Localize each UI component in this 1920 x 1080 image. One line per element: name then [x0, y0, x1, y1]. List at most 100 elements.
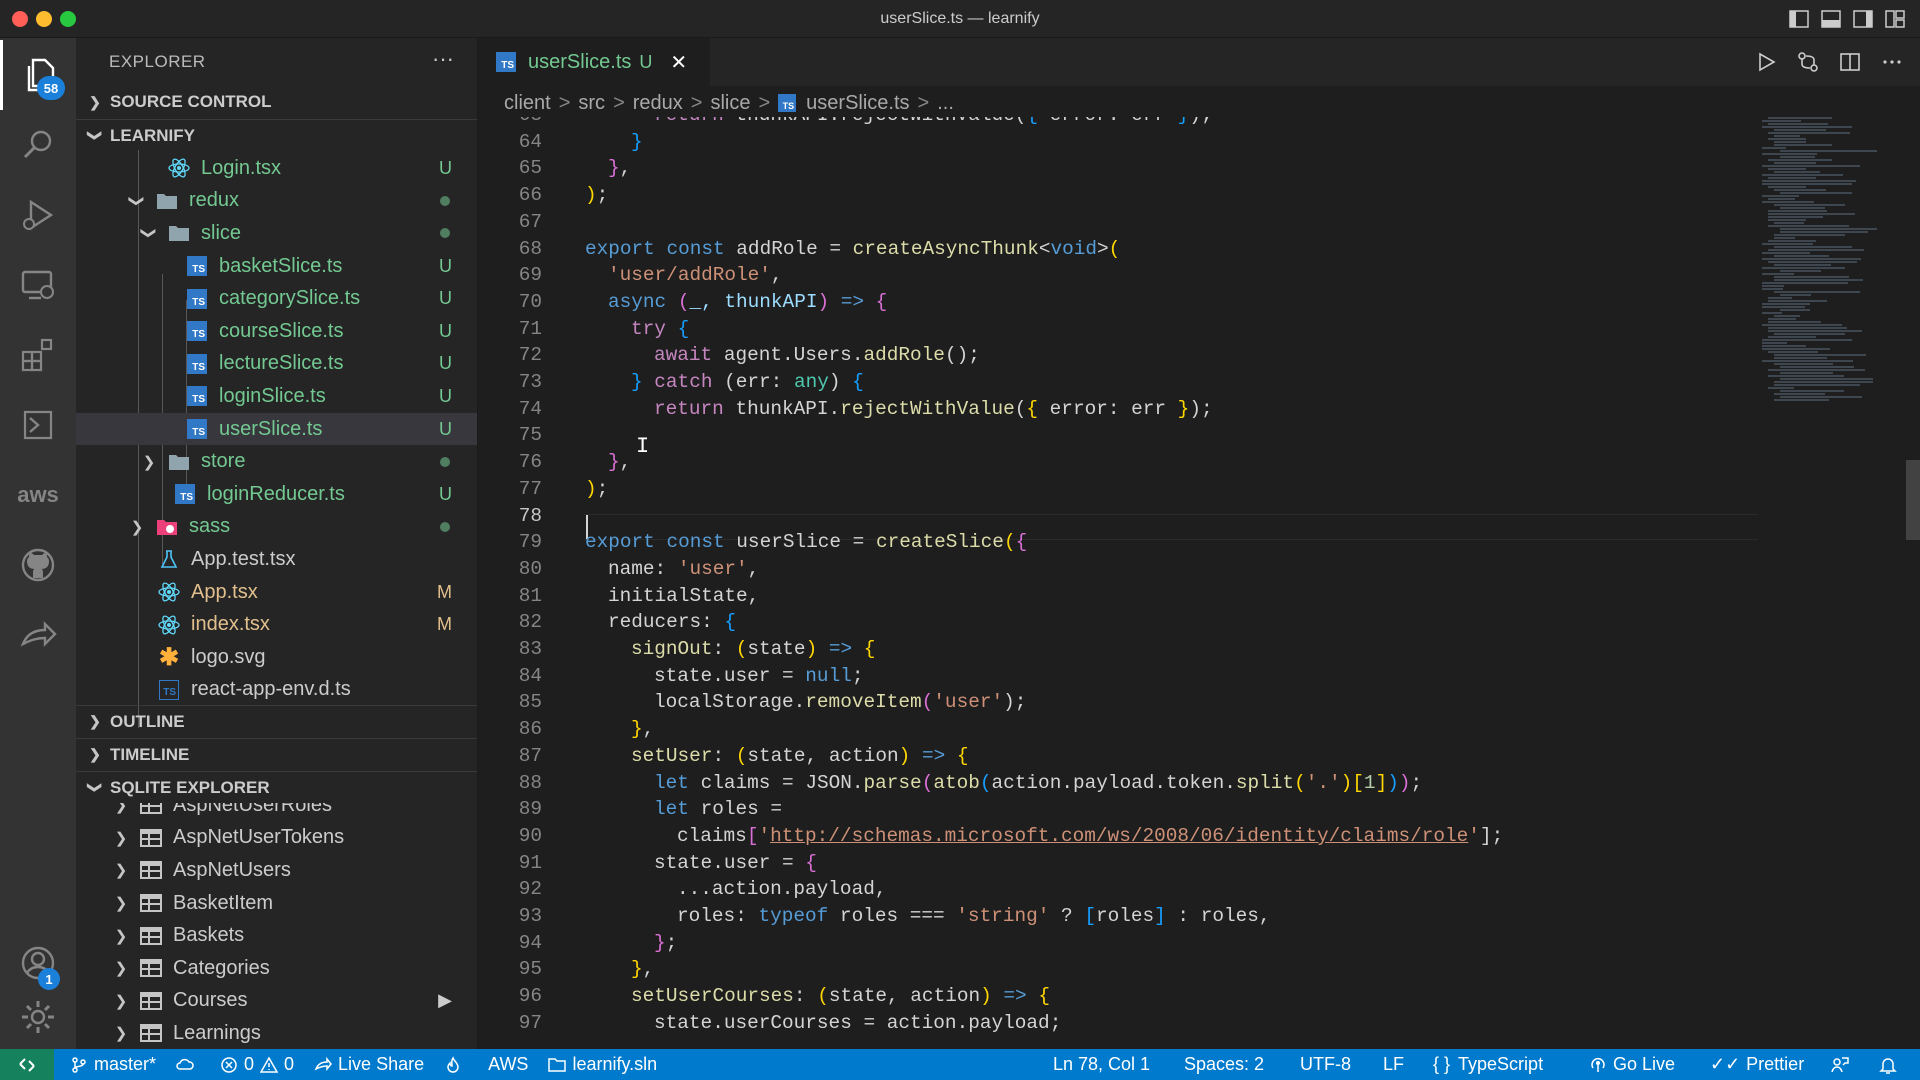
prettier-indicator[interactable]: ✓✓ Prettier — [1710, 1049, 1804, 1080]
solution-indicator[interactable]: learnify.sln — [548, 1054, 657, 1075]
tree-item-app-test[interactable]: App.test.tsx — [76, 543, 477, 576]
extensions-activity[interactable] — [0, 320, 76, 390]
minimap-line — [1780, 366, 1854, 368]
minimap-line — [1762, 360, 1853, 362]
tree-item-index-tsx[interactable]: index.tsx M — [76, 608, 477, 641]
minimap-line — [1768, 159, 1832, 161]
tab-userslice[interactable]: TS userSlice.ts U ✕ — [478, 38, 710, 86]
sqlite-table-item[interactable]: ❯ Learnings — [76, 1017, 477, 1049]
chevron-right-icon: ❯ — [114, 895, 128, 913]
live-share-indicator[interactable]: Live Share — [314, 1054, 424, 1075]
minimap-line — [1762, 201, 1814, 203]
breadcrumb-item[interactable]: slice — [710, 92, 750, 115]
breadcrumb-more[interactable]: ... — [937, 92, 954, 115]
split-editor-icon[interactable] — [1838, 50, 1862, 74]
explorer-activity[interactable]: 58 — [0, 40, 76, 110]
table-label: AspNetUserTokens — [173, 826, 345, 849]
more-actions-icon[interactable] — [1880, 50, 1904, 74]
tree-folder-sass[interactable]: ❯ sass — [76, 511, 477, 544]
minimap-line — [1774, 144, 1832, 146]
open-changes-icon[interactable] — [1796, 50, 1820, 74]
minimap-line — [1768, 198, 1795, 200]
explorer-title: EXPLORER — [109, 52, 206, 71]
tree-item-lectureslice[interactable]: TS lectureSlice.ts U — [76, 348, 477, 381]
aws-indicator[interactable]: AWS — [488, 1054, 528, 1075]
run-debug-activity[interactable] — [0, 180, 76, 250]
github-activity[interactable] — [0, 530, 76, 600]
tree-item-loginreducer[interactable]: TS loginReducer.ts U — [76, 478, 477, 511]
tree-item-label: react-app-env.d.ts — [191, 678, 351, 701]
section-label: OUTLINE — [110, 711, 185, 731]
code-line-66: ); — [585, 184, 609, 207]
toggle-secondary-sidebar-icon[interactable] — [1852, 8, 1874, 30]
code-editor[interactable]: 63 64 65 66 67 68 69 70 71 72 73 74 75 76 77 78 79 80 81 82… — [478, 117, 1758, 1049]
tree-folder-redux[interactable]: ❯ redux — [76, 185, 477, 218]
customize-layout-icon[interactable] — [1884, 8, 1906, 30]
manage-activity[interactable] — [0, 982, 76, 1052]
toggle-primary-sidebar-icon[interactable] — [1788, 8, 1810, 30]
indentation-indicator[interactable]: Spaces: 2 — [1184, 1049, 1264, 1080]
sqlite-table-item[interactable]: ❯ AspNetUserRoles — [76, 803, 477, 822]
explorer-more-actions-button[interactable]: ··· — [432, 46, 454, 72]
toggle-panel-icon[interactable] — [1820, 8, 1842, 30]
source-control-section-header[interactable]: ❯ SOURCE CONTROL — [76, 86, 477, 118]
tree-item-courseslice[interactable]: TS courseSlice.ts U — [76, 315, 477, 348]
remote-explorer-activity[interactable] — [0, 250, 76, 320]
minimap[interactable] — [1758, 117, 1908, 1049]
minimap-line — [1762, 195, 1799, 197]
close-tab-icon[interactable]: ✕ — [670, 50, 687, 75]
tree-item-userslice[interactable]: TS userSlice.ts U — [76, 412, 477, 446]
explorer-badge: 58 — [37, 76, 65, 100]
minimap-line — [1774, 279, 1863, 281]
breadcrumb-file[interactable]: userSlice.ts — [806, 92, 909, 115]
timeline-section-header[interactable]: ❯ TIMELINE — [76, 738, 477, 770]
minimap-line — [1768, 387, 1794, 389]
editor-scrollbar-thumb[interactable] — [1906, 460, 1920, 540]
tree-item-loginslice[interactable]: TS loginSlice.ts U — [76, 380, 477, 413]
branch-indicator[interactable]: master* — [70, 1054, 156, 1075]
tree-item-basketslice[interactable]: TS basketSlice.ts U — [76, 250, 477, 283]
search-activity[interactable] — [0, 110, 76, 180]
notifications-button[interactable] — [1878, 1049, 1898, 1080]
run-icon[interactable] — [1754, 50, 1778, 74]
sqlite-table-item[interactable]: ❯ Courses ▶ — [76, 985, 477, 1018]
cursor-position[interactable]: Ln 78, Col 1 — [1053, 1049, 1150, 1080]
tree-item-categoryslice[interactable]: TS categorySlice.ts U — [76, 282, 477, 315]
schema-url-link[interactable]: http://schemas.microsoft.com/ws/2008/06/… — [770, 825, 1468, 847]
problems-indicator[interactable]: 0 0 — [220, 1054, 294, 1075]
tree-folder-store[interactable]: ❯ store — [76, 445, 477, 478]
language-indicator[interactable]: { } TypeScript — [1433, 1049, 1543, 1080]
minimap-line — [1774, 357, 1827, 359]
aws-flame-indicator[interactable] — [444, 1055, 468, 1074]
tree-item-login-tsx[interactable]: Login.tsx U — [76, 152, 477, 185]
breadcrumb-item[interactable]: redux — [633, 92, 683, 115]
remote-indicator[interactable] — [0, 1049, 54, 1080]
eol-indicator[interactable]: LF — [1383, 1049, 1404, 1080]
sqlite-table-item[interactable]: ❯ AspNetUserTokens — [76, 822, 477, 855]
encoding-indicator[interactable]: UTF-8 — [1300, 1049, 1351, 1080]
feedback-button[interactable] — [1830, 1049, 1850, 1080]
go-live-button[interactable]: Go Live — [1589, 1049, 1675, 1080]
live-share-activity[interactable] — [0, 600, 76, 670]
sync-indicator[interactable] — [176, 1056, 200, 1074]
tree-item-react-app-env[interactable]: TS react-app-env.d.ts — [76, 674, 477, 707]
tree-folder-slice[interactable]: ❯ slice — [76, 217, 477, 250]
breadcrumb-item[interactable]: client — [504, 92, 551, 115]
learnify-section-header[interactable]: ❯ LEARNIFY — [76, 119, 477, 151]
breadcrumb-item[interactable]: src — [578, 92, 605, 115]
terminal-activity[interactable] — [0, 390, 76, 460]
sqlite-table-item[interactable]: ❯ AspNetUsers — [76, 854, 477, 887]
typescript-file-icon: TS — [184, 288, 210, 310]
tree-item-app-tsx[interactable]: App.tsx M — [76, 576, 477, 609]
run-query-icon[interactable]: ▶ — [438, 990, 452, 1011]
tree-item-logo-svg[interactable]: ✱ logo.svg — [76, 641, 477, 674]
sqlite-table-item[interactable]: ❯ BasketItem — [76, 887, 477, 920]
sqlite-table-item[interactable]: ❯ Baskets — [76, 919, 477, 952]
minimap-line — [1762, 147, 1786, 149]
aws-activity[interactable]: aws — [0, 460, 76, 530]
typescript-file-icon: TS — [184, 255, 210, 277]
git-status-untracked: U — [439, 353, 452, 374]
sqlite-table-item[interactable]: ❯ Categories — [76, 952, 477, 985]
outline-section-header[interactable]: ❯ OUTLINE — [76, 705, 477, 737]
sqlite-explorer-section-header[interactable]: ❯ SQLITE EXPLORER — [76, 771, 477, 803]
